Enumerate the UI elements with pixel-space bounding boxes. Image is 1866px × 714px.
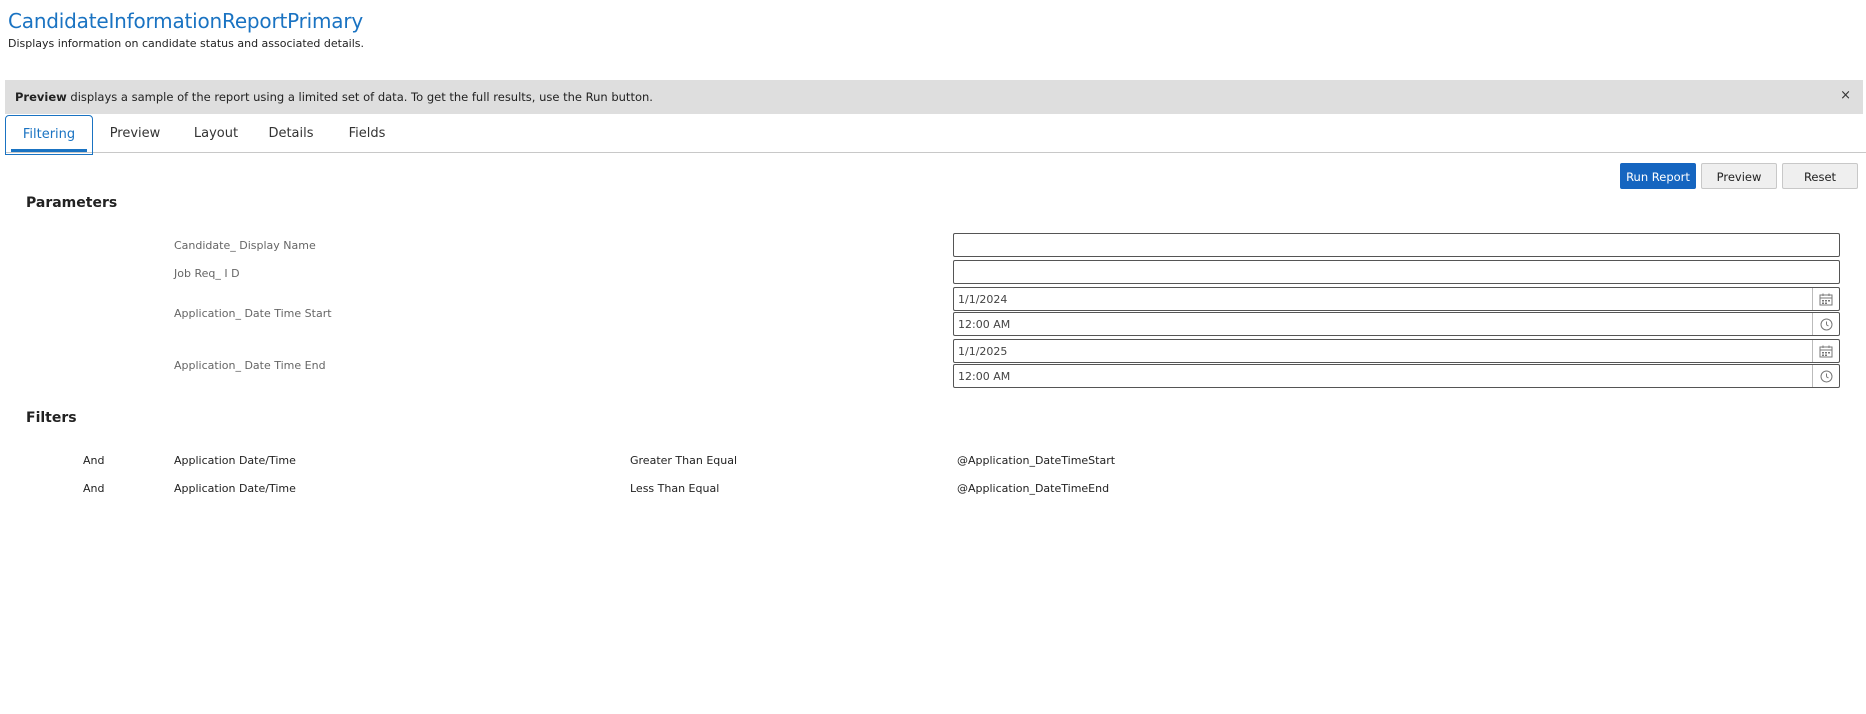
filter-condition: Less Than Equal [630, 482, 720, 495]
filter-value: @Application_DateTimeStart [957, 454, 1116, 467]
start-time-field[interactable]: 12:00 AM [953, 312, 1840, 336]
start-time-value: 12:00 AM [958, 318, 1011, 331]
filter-field: Application Date/Time [174, 454, 296, 467]
job-req-id-label: Job Req_ I D [174, 267, 240, 280]
banner-text: displays a sample of the report using a … [66, 90, 653, 104]
candidate-name-input-box [953, 233, 1840, 257]
banner-message: Preview displays a sample of the report … [15, 90, 653, 104]
run-report-button[interactable]: Run Report [1620, 163, 1696, 189]
end-time-value: 12:00 AM [958, 370, 1011, 383]
job-req-id-input-box [953, 260, 1840, 284]
tab-preview[interactable]: Preview [101, 115, 169, 152]
filters-heading: Filters [26, 410, 77, 426]
candidate-name-label: Candidate_ Display Name [174, 239, 316, 252]
calendar-icon[interactable] [1812, 288, 1839, 310]
reset-button[interactable]: Reset [1782, 163, 1858, 189]
filter-field: Application Date/Time [174, 482, 296, 495]
start-date-field[interactable]: 1/1/2024 [953, 287, 1840, 311]
close-icon[interactable]: × [1840, 88, 1851, 103]
start-datetime-label: Application_ Date Time Start [174, 307, 332, 320]
tab-bar: Filtering Preview Layout Details Fields [5, 115, 1866, 155]
clock-icon[interactable] [1812, 313, 1839, 335]
end-date-value: 1/1/2025 [958, 345, 1008, 358]
filter-value: @Application_DateTimeEnd [957, 482, 1110, 495]
active-tab-indicator [11, 149, 87, 152]
parameters-heading: Parameters [26, 195, 118, 211]
candidate-name-input[interactable] [954, 234, 1839, 257]
job-req-id-input[interactable] [954, 261, 1839, 284]
end-date-field[interactable]: 1/1/2025 [953, 339, 1840, 363]
preview-button[interactable]: Preview [1701, 163, 1777, 189]
clock-icon[interactable] [1812, 365, 1839, 387]
filter-operator: And [83, 454, 105, 467]
tab-fields[interactable]: Fields [341, 115, 393, 152]
end-datetime-label: Application_ Date Time End [174, 359, 326, 372]
calendar-icon[interactable] [1812, 340, 1839, 362]
tab-filtering[interactable]: Filtering [5, 115, 93, 155]
page-title: CandidateInformationReportPrimary [8, 9, 364, 33]
start-date-value: 1/1/2024 [958, 293, 1008, 306]
preview-banner: Preview displays a sample of the report … [5, 80, 1863, 114]
filter-operator: And [83, 482, 105, 495]
tab-layout[interactable]: Layout [185, 115, 247, 152]
banner-bold-label: Preview [15, 90, 67, 104]
tab-filtering-label: Filtering [22, 127, 76, 142]
end-time-field[interactable]: 12:00 AM [953, 364, 1840, 388]
page-subtitle: Displays information on candidate status… [8, 37, 365, 50]
tab-details[interactable]: Details [259, 115, 323, 152]
filter-condition: Greater Than Equal [630, 454, 738, 467]
